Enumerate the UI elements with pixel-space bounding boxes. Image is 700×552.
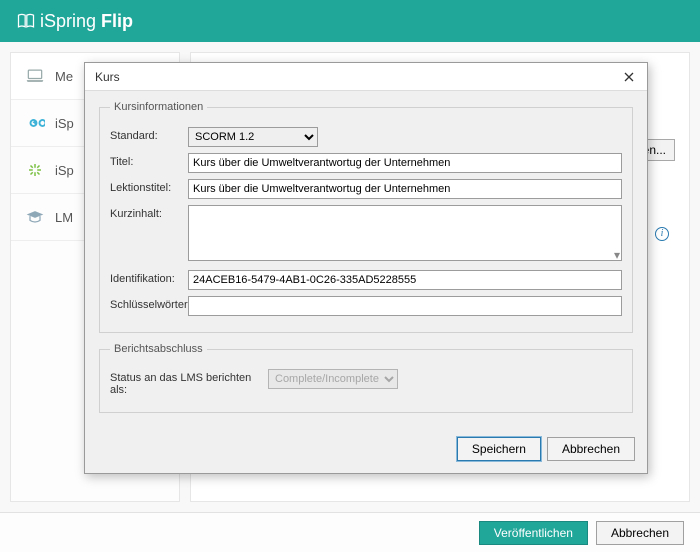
keywords-label: Schlüsselwörter: <box>110 296 180 311</box>
app-footer: Veröffentlichen Abbrechen <box>0 512 700 552</box>
standard-label: Standard: <box>110 127 180 142</box>
lesson-title-input[interactable] <box>188 179 622 199</box>
summary-textarea[interactable] <box>188 205 622 261</box>
standard-select[interactable]: SCORM 1.2 <box>188 127 318 147</box>
course-dialog: Kurs Kursinformationen Standard: SCORM 1… <box>84 62 648 474</box>
report-fieldset: Berichtsabschluss Status an das LMS beri… <box>99 343 633 413</box>
cancel-button[interactable]: Abbrechen <box>596 521 684 545</box>
book-icon <box>16 11 36 31</box>
course-info-legend: Kursinformationen <box>110 101 207 113</box>
status-label: Status an das LMS berichten als: <box>110 369 260 396</box>
identifier-input[interactable] <box>188 270 622 290</box>
dialog-body: Kursinformationen Standard: SCORM 1.2 Ti… <box>85 91 647 429</box>
keywords-input[interactable] <box>188 296 622 316</box>
graduation-cap-icon <box>25 208 45 226</box>
sidebar-item-label: LM <box>55 210 73 225</box>
row-keywords: Schlüsselwörter: <box>110 296 622 316</box>
title-label: Titel: <box>110 153 180 168</box>
summary-label: Kurzinhalt: <box>110 205 180 220</box>
app-titlebar: iSpring Flip <box>0 0 700 42</box>
sidebar-item-label: iSp <box>55 116 74 131</box>
dialog-footer: Speichern Abbrechen <box>85 429 647 473</box>
publish-button[interactable]: Veröffentlichen <box>479 521 588 545</box>
row-status: Status an das LMS berichten als: Complet… <box>110 369 622 396</box>
dialog-titlebar: Kurs <box>85 63 647 91</box>
infinity-icon <box>25 114 45 132</box>
close-icon <box>624 72 634 82</box>
app-brand: iSpring Flip <box>40 11 133 32</box>
info-icon[interactable]: i <box>655 227 669 241</box>
row-identifier: Identifikation: <box>110 270 622 290</box>
status-select: Complete/Incomplete <box>268 369 398 389</box>
app-logo: iSpring Flip <box>16 11 133 32</box>
sidebar-item-label: Me <box>55 69 73 84</box>
course-info-fieldset: Kursinformationen Standard: SCORM 1.2 Ti… <box>99 101 633 333</box>
title-input[interactable] <box>188 153 622 173</box>
report-legend: Berichtsabschluss <box>110 343 207 355</box>
row-lesson-title: Lektionstitel: <box>110 179 622 199</box>
identifier-label: Identifikation: <box>110 270 180 285</box>
row-standard: Standard: SCORM 1.2 <box>110 127 622 147</box>
burst-icon <box>25 161 45 179</box>
close-button[interactable] <box>617 67 641 87</box>
row-title: Titel: <box>110 153 622 173</box>
save-button[interactable]: Speichern <box>457 437 541 461</box>
sidebar-item-label: iSp <box>55 163 74 178</box>
dialog-cancel-button[interactable]: Abbrechen <box>547 437 635 461</box>
laptop-icon <box>25 67 45 85</box>
dialog-title: Kurs <box>95 70 120 84</box>
lesson-title-label: Lektionstitel: <box>110 179 180 194</box>
row-summary: Kurzinhalt: ▾ <box>110 205 622 264</box>
